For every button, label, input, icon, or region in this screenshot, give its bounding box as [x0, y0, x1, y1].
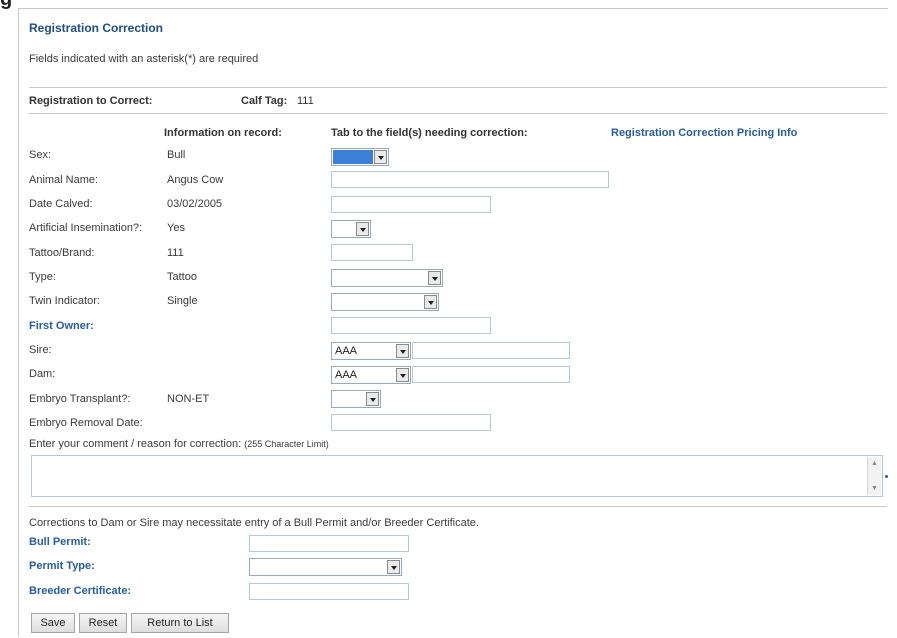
date-calved-label: Date Calved:: [29, 198, 93, 210]
dam-label: Dam:: [29, 368, 56, 380]
permit-type-link[interactable]: Permit Type:: [29, 560, 95, 572]
chevron-down-icon[interactable]: [424, 295, 437, 309]
scrollbar[interactable]: ▲ ▼: [867, 457, 881, 495]
permit-note: Corrections to Dam or Sire may necessita…: [29, 517, 479, 529]
chevron-down-icon[interactable]: [366, 392, 379, 406]
sire-prefix-value: AAA: [335, 345, 358, 357]
tattoo-brand-input[interactable]: [331, 244, 413, 261]
comment-textarea[interactable]: ▲ ▼: [31, 455, 883, 497]
embryo-transplant-select[interactable]: [331, 390, 381, 408]
sex-record-value: Bull: [167, 149, 186, 161]
column-header-tab-to-field: Tab to the field(s) needing correction:: [331, 127, 528, 139]
breeder-certificate-input[interactable]: [249, 583, 409, 600]
reset-button[interactable]: Reset: [79, 613, 127, 633]
bull-permit-link[interactable]: Bull Permit:: [29, 536, 91, 548]
chevron-down-icon[interactable]: [387, 560, 400, 574]
embryo-removal-date-label: Embryo Removal Date:: [29, 417, 143, 429]
embryo-transplant-label: Embryo Transplant?:: [29, 393, 131, 405]
bull-permit-input[interactable]: [249, 535, 409, 552]
dam-input[interactable]: [412, 366, 570, 383]
frame-caption-letter: g: [0, 0, 12, 11]
animal-name-label: Animal Name:: [29, 174, 99, 186]
first-owner-input[interactable]: [331, 317, 491, 334]
registration-correction-panel: Registration Correction Fields indicated…: [18, 8, 888, 637]
chevron-down-icon[interactable]: [356, 222, 369, 236]
sex-label: Sex:: [29, 149, 52, 161]
twin-indicator-record-value: Single: [167, 295, 198, 307]
divider: [29, 113, 887, 114]
breeder-certificate-link[interactable]: Breeder Certificate:: [29, 585, 131, 597]
required-note: Fields indicated with an asterisk(*) are…: [29, 53, 259, 65]
save-button[interactable]: Save: [31, 613, 75, 633]
twin-indicator-select[interactable]: [331, 293, 439, 311]
embryo-removal-date-input[interactable]: [331, 414, 491, 431]
chevron-down-icon[interactable]: [428, 271, 441, 285]
calf-tag-label: Calf Tag:: [241, 95, 288, 107]
sire-label: Sire:: [29, 344, 52, 356]
column-header-info-on-record: Information on record:: [164, 127, 282, 139]
sex-select[interactable]: [331, 148, 389, 166]
chevron-down-icon[interactable]: [374, 150, 387, 164]
twin-indicator-label: Twin Indicator:: [29, 295, 100, 307]
type-record-value: Tattoo: [167, 271, 197, 283]
artificial-insemination-select[interactable]: [331, 220, 371, 238]
registration-to-correct-label: Registration to Correct:: [29, 95, 153, 107]
return-to-list-button[interactable]: Return to List: [131, 613, 229, 633]
animal-name-record-value: Angus Cow: [167, 174, 224, 186]
permit-type-select[interactable]: [249, 558, 402, 576]
divider: [29, 506, 887, 507]
type-label: Type:: [29, 271, 56, 283]
pricing-info-link[interactable]: Registration Correction Pricing Info: [611, 127, 797, 139]
dam-prefix-select[interactable]: AAA: [331, 366, 411, 384]
scroll-up-icon[interactable]: ▲: [871, 460, 878, 467]
comment-label-text: Enter your comment / reason for correcti…: [29, 438, 242, 450]
chevron-down-icon[interactable]: [396, 368, 409, 382]
scroll-down-icon[interactable]: ▼: [871, 485, 878, 492]
date-calved-record-value: 03/02/2005: [167, 198, 223, 210]
first-owner-link[interactable]: First Owner:: [29, 320, 94, 332]
tattoo-brand-label: Tattoo/Brand:: [29, 247, 95, 259]
comment-label: Enter your comment / reason for correcti…: [29, 438, 329, 450]
selected-highlight: [333, 150, 373, 164]
calf-tag-value: 111: [297, 95, 314, 107]
comment-limit: (255 Character Limit): [244, 439, 329, 449]
tattoo-brand-record-value: 111: [167, 247, 184, 259]
page-title: Registration Correction: [29, 21, 164, 35]
sire-prefix-select[interactable]: AAA: [331, 342, 411, 360]
required-marker-icon: [885, 475, 888, 478]
embryo-transplant-record-value: NON-ET: [167, 393, 210, 405]
sire-input[interactable]: [412, 342, 570, 359]
type-select[interactable]: [331, 269, 443, 287]
dam-prefix-value: AAA: [335, 369, 358, 381]
date-calved-input[interactable]: [331, 196, 491, 213]
divider: [29, 87, 887, 88]
animal-name-input[interactable]: [331, 171, 609, 188]
artificial-insemination-record-value: Yes: [167, 222, 185, 234]
chevron-down-icon[interactable]: [396, 344, 409, 358]
artificial-insemination-label: Artificial Insemination?:: [29, 222, 143, 234]
